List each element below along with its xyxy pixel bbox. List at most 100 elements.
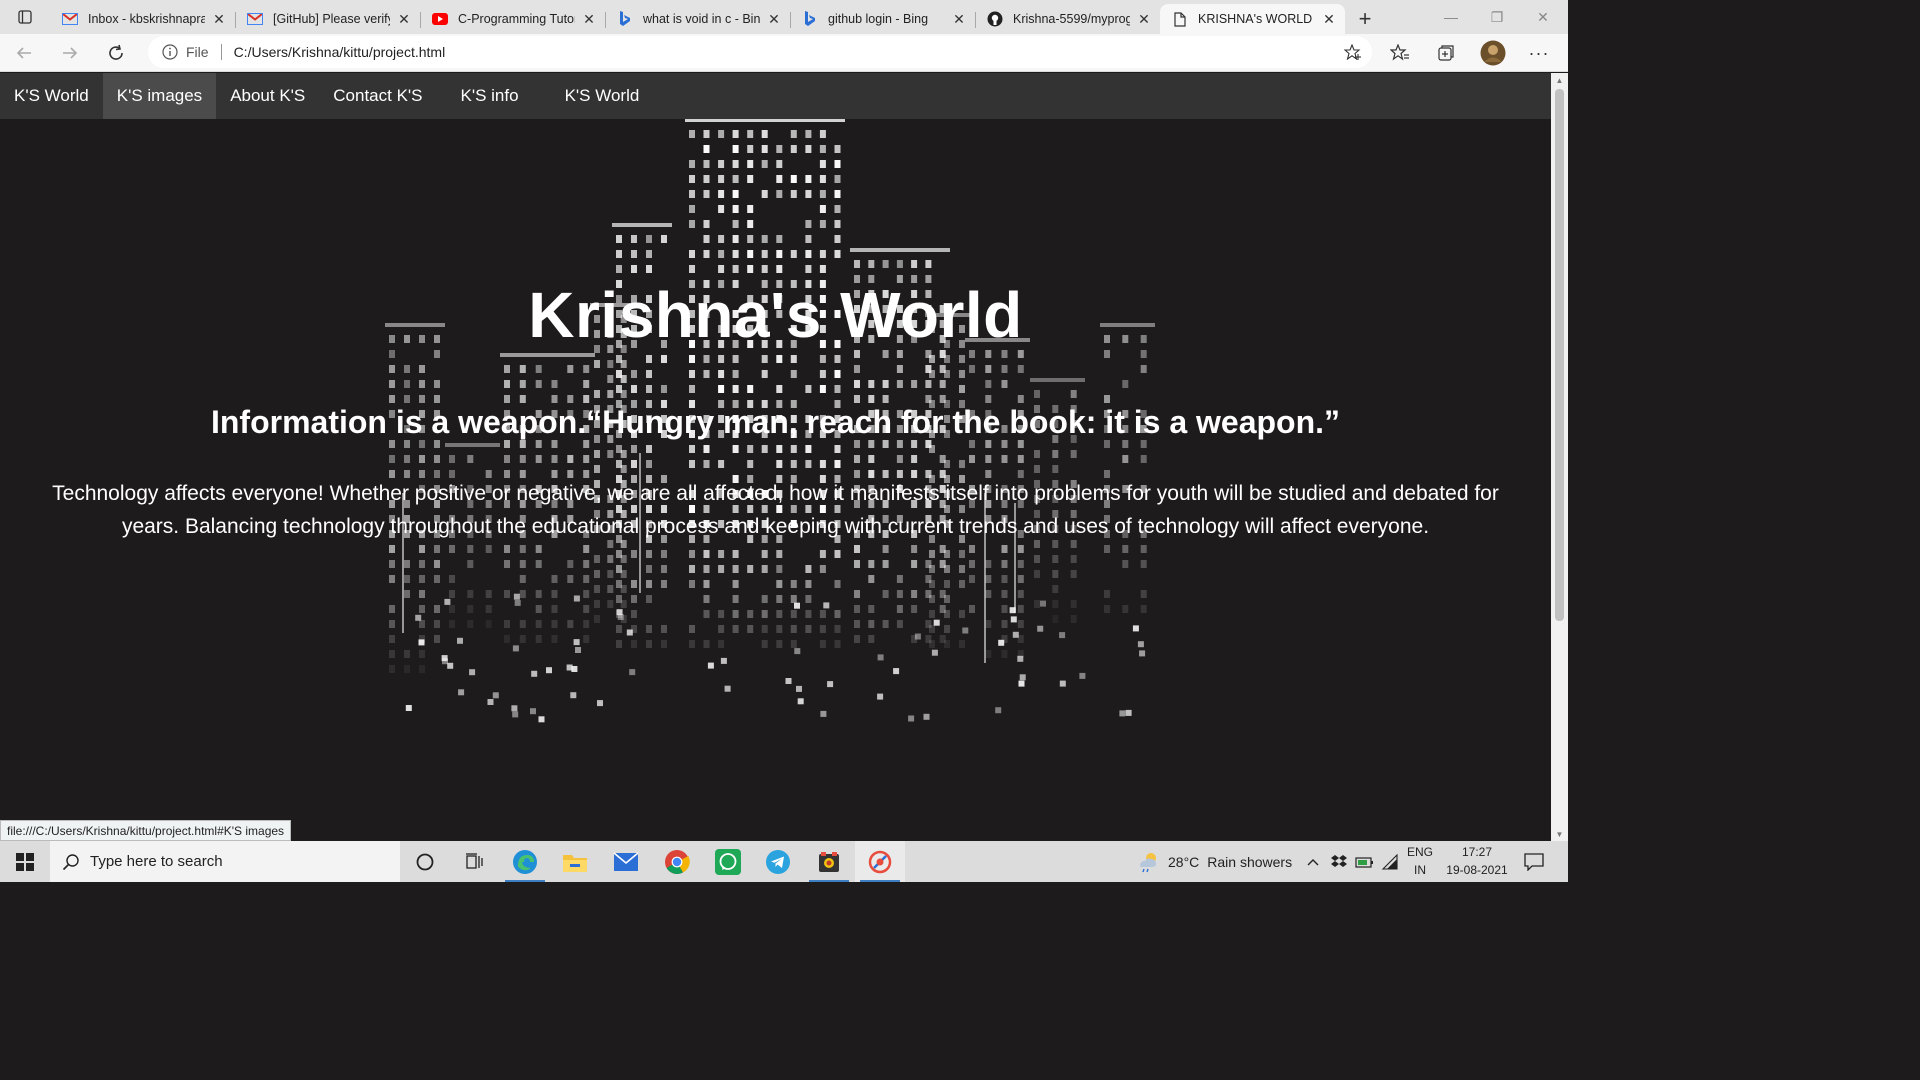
task-view-button[interactable]: [450, 841, 500, 882]
tab-title: KRISHNA's WORLD: [1198, 12, 1313, 26]
bing-icon: [802, 11, 818, 27]
show-hidden-icons-button[interactable]: [1306, 841, 1320, 882]
file-explorer-button[interactable]: [550, 841, 600, 882]
clock-date: 19-08-2021: [1446, 863, 1508, 877]
system-clock[interactable]: 17:27 19-08-2021: [1432, 843, 1522, 879]
tab-title: C-Programming Tutorial: [458, 12, 575, 26]
info-icon: [162, 44, 178, 60]
forward-arrow-icon: [63, 46, 78, 59]
nav-item-ks-world-2[interactable]: K'S World: [551, 73, 654, 119]
mail-button[interactable]: [601, 841, 651, 882]
scroll-down-icon[interactable]: ▼: [1551, 827, 1568, 841]
scheme-label: File: [186, 44, 209, 60]
nav-item-contact[interactable]: Contact K'S: [319, 73, 436, 119]
search-placeholder: Type here to search: [90, 853, 223, 870]
cortana-icon: [416, 853, 434, 870]
wifi-icon: [1381, 853, 1398, 870]
close-icon[interactable]: ✕: [396, 11, 412, 27]
favorites-button[interactable]: [1380, 37, 1420, 69]
add-favorite-icon[interactable]: [1344, 44, 1362, 60]
edge-taskbar-button[interactable]: [500, 841, 550, 882]
taskbar-search-box[interactable]: Type here to search: [50, 841, 400, 882]
favorites-icon: [1390, 44, 1409, 61]
cortana-button[interactable]: [400, 841, 450, 882]
nav-item-info[interactable]: K'S info: [447, 73, 533, 119]
close-icon[interactable]: ✕: [1136, 11, 1152, 27]
close-icon[interactable]: ✕: [1321, 11, 1337, 27]
settings-menu-button[interactable]: ···: [1519, 37, 1559, 69]
tab-gmail-inbox[interactable]: Inbox - kbskrishnaprasad ✕: [50, 4, 235, 34]
back-button[interactable]: [2, 37, 46, 69]
close-icon[interactable]: ✕: [951, 11, 967, 27]
collections-button[interactable]: [1426, 37, 1466, 69]
rain-cloud-icon: [1140, 852, 1156, 872]
close-icon: ✕: [1537, 8, 1549, 25]
nav-item-about[interactable]: About K'S: [216, 73, 319, 119]
youtube-icon: [432, 11, 448, 27]
tab-actions-icon: [18, 10, 32, 24]
url-text: C:/Users/Krishna/kittu/project.html: [233, 44, 446, 60]
profile-button[interactable]: [1473, 37, 1513, 69]
avatar: [1480, 40, 1506, 66]
page-viewport: K'S World K'S images About K'S Contact K…: [0, 73, 1551, 841]
address-bar[interactable]: File C:/Users/Krishna/kittu/project.html: [148, 36, 1372, 68]
browser-app-button[interactable]: [855, 841, 905, 882]
scroll-up-icon[interactable]: ▲: [1551, 73, 1568, 87]
close-window-button[interactable]: ✕: [1520, 0, 1566, 34]
tab-c-programming[interactable]: C-Programming Tutorial ✕: [420, 4, 605, 34]
forward-button[interactable]: [48, 37, 92, 69]
tab-bing-void[interactable]: what is void in c - Bing ✕: [605, 4, 790, 34]
tab-actions-button[interactable]: [0, 0, 50, 34]
back-arrow-icon: [16, 46, 31, 59]
chrome-button[interactable]: [652, 841, 702, 882]
telegram-icon: [766, 849, 790, 874]
tab-github-repo[interactable]: Krishna-5599/myprogram ✕: [975, 4, 1160, 34]
start-button[interactable]: [0, 841, 50, 882]
refresh-icon: [109, 44, 123, 60]
more-icon: ···: [1528, 42, 1550, 63]
weather-widget[interactable]: 28°C Rain showers: [1136, 841, 1292, 882]
mail-icon: [613, 851, 639, 871]
restore-button[interactable]: ❐: [1474, 0, 1520, 34]
tab-title: what is void in c - Bing: [643, 12, 760, 26]
weather-description: Rain showers: [1207, 853, 1293, 870]
nav-item-ks-images[interactable]: K'S images: [102, 73, 217, 119]
network-tray-button[interactable]: [1381, 841, 1399, 882]
clock-time: 17:27: [1461, 845, 1493, 859]
notifications-button[interactable]: [1524, 841, 1544, 882]
close-icon[interactable]: ✕: [211, 11, 227, 27]
tab-title: Inbox - kbskrishnaprasad: [88, 12, 205, 26]
page-subtitle: Information is a weapon.“Hungry man, rea…: [210, 404, 1341, 440]
file-explorer-icon: [563, 854, 587, 872]
notification-icon: [1524, 852, 1544, 871]
refresh-button[interactable]: [94, 37, 138, 69]
new-tab-button[interactable]: +: [1345, 4, 1385, 34]
tab-github-verify[interactable]: [GitHub] Please verify your ✕: [235, 4, 420, 34]
tab-title: github login - Bing: [828, 12, 929, 26]
close-icon[interactable]: ✕: [766, 11, 782, 27]
minimize-button[interactable]: —: [1428, 0, 1474, 34]
chevron-up-icon: [1307, 858, 1319, 865]
page-icon: [1172, 11, 1188, 27]
windows-logo-icon: [16, 852, 34, 871]
media-app-icon: [819, 851, 839, 872]
scroll-thumb[interactable]: [1555, 89, 1564, 621]
city-skyline-background: [385, 118, 1155, 723]
tab-bing-github-login[interactable]: github login - Bing ✕: [790, 4, 975, 34]
browser-toolbar: File C:/Users/Krishna/kittu/project.html: [0, 34, 1568, 72]
github-icon: [987, 11, 1003, 27]
media-app-button[interactable]: [804, 841, 854, 882]
telegram-button[interactable]: [753, 841, 803, 882]
dropbox-icon: [1331, 854, 1347, 867]
battery-tray-button[interactable]: [1355, 841, 1375, 882]
dropbox-tray-button[interactable]: [1330, 841, 1348, 882]
running-indicator: [809, 880, 849, 882]
browser-app-icon: [868, 850, 892, 873]
close-icon[interactable]: ✕: [581, 11, 597, 27]
page-scrollbar[interactable]: ▲ ▼: [1551, 73, 1568, 841]
tab-krishnas-world[interactable]: KRISHNA's WORLD ✕: [1160, 4, 1345, 34]
battery-icon: [1355, 856, 1373, 868]
tab-strip: Inbox - kbskrishnaprasad ✕ [GitHub] Plea…: [0, 0, 1568, 34]
whatsapp-button[interactable]: [703, 841, 753, 882]
nav-item-ks-world[interactable]: K'S World: [0, 73, 103, 119]
